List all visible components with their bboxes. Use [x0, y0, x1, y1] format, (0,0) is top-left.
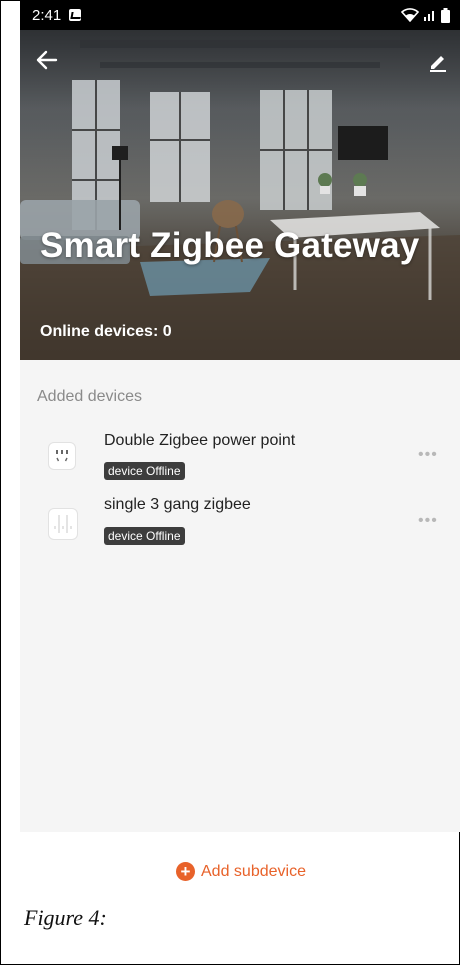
device-row-3-gang-switch[interactable]: single 3 gang zigbee device Offline •••: [20, 494, 460, 554]
status-badge: device Offline: [104, 527, 185, 545]
device-name: Double Zigbee power point: [104, 432, 296, 449]
wall-switch-icon: [48, 508, 78, 540]
more-dots-icon: •••: [418, 512, 438, 529]
add-subdevice-button[interactable]: + Add subdevice: [176, 862, 306, 881]
status-badge: device Offline: [104, 462, 185, 480]
plus-circle-icon: +: [176, 862, 195, 881]
status-time: 2:41: [32, 6, 62, 24]
figure-caption: Figure 4:: [24, 905, 107, 930]
power-point-icon: [48, 442, 76, 470]
device-name: single 3 gang zigbee: [104, 496, 251, 513]
device-list-panel: Added devices Double Zigbee power point …: [20, 360, 460, 832]
edit-button[interactable]: [428, 50, 448, 76]
pencil-icon: [430, 56, 446, 72]
online-devices-count: Online devices: 0: [40, 323, 172, 340]
office-room-illustration: [20, 40, 460, 360]
page-title: Smart Zigbee Gateway: [40, 226, 420, 265]
back-button[interactable]: [36, 48, 58, 74]
device-more-button[interactable]: •••: [418, 446, 438, 464]
arrow-left-icon: [36, 50, 58, 70]
device-more-button[interactable]: •••: [418, 512, 438, 530]
signal-icon: [424, 11, 434, 21]
more-dots-icon: •••: [418, 446, 438, 463]
status-bar: 2:41: [20, 0, 460, 30]
add-subdevice-label: Add subdevice: [201, 862, 306, 880]
device-row-double-power-point[interactable]: Double Zigbee power point device Offline…: [20, 428, 460, 488]
wifi-icon: [401, 8, 419, 22]
notification-icon: [69, 9, 82, 21]
battery-icon: [441, 7, 450, 23]
section-title: Added devices: [37, 388, 142, 405]
header-background-image: [20, 0, 460, 360]
